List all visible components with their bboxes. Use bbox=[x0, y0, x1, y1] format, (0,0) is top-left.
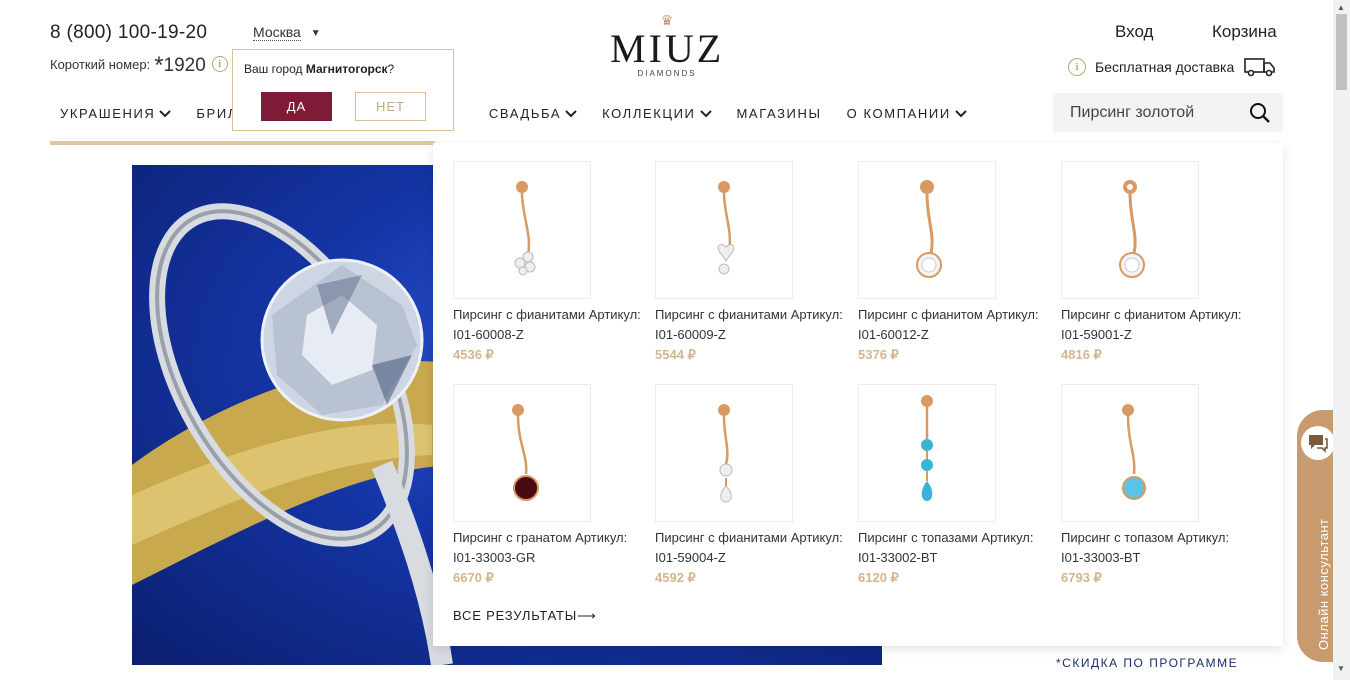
search-box[interactable] bbox=[1053, 93, 1283, 132]
short-number: Короткий номер: *1920 i bbox=[50, 50, 228, 79]
nav-item-wedding[interactable]: СВАДЬБА bbox=[489, 106, 577, 121]
product-image[interactable] bbox=[655, 161, 793, 299]
result-item[interactable]: Пирсинг с фианитами Артикул: I01-59004-Z… bbox=[655, 384, 855, 588]
piercing-icon bbox=[717, 181, 735, 275]
product-price: 4536 ₽ bbox=[453, 347, 494, 362]
city-confirm-popup: Ваш город Магнитогорск? ДА НЕТ bbox=[232, 49, 454, 131]
result-item[interactable]: Пирсинг с фианитами Артикул: I01-60008-Z… bbox=[453, 161, 653, 365]
chevron-down-icon bbox=[955, 109, 967, 117]
cart-link[interactable]: Корзина bbox=[1212, 22, 1277, 42]
short-number-value[interactable]: *1920 bbox=[154, 50, 206, 79]
product-price: 4592 ₽ bbox=[655, 570, 696, 585]
page-scrollbar[interactable]: ▲ ▼ bbox=[1333, 0, 1350, 680]
truck-icon bbox=[1244, 58, 1276, 77]
nav-item-about[interactable]: О КОМПАНИИ bbox=[847, 106, 967, 121]
info-icon[interactable]: i bbox=[211, 56, 228, 72]
promo-text: *СКИДКА ПО ПРОГРАММЕ bbox=[1056, 656, 1239, 670]
product-image[interactable] bbox=[1061, 161, 1199, 299]
product-image[interactable] bbox=[1061, 384, 1199, 522]
free-delivery[interactable]: i Бесплатная доставка bbox=[1068, 57, 1276, 77]
piercing-icon bbox=[1119, 180, 1145, 278]
scroll-down-icon[interactable]: ▼ bbox=[1337, 664, 1345, 673]
short-number-label: Короткий номер: bbox=[50, 56, 151, 72]
piercing-icon bbox=[514, 181, 536, 276]
result-item[interactable]: Пирсинг с гранатом Артикул: I01-33003-GR… bbox=[453, 384, 653, 588]
product-title[interactable]: Пирсинг с фианитами Артикул: I01-60008-Z bbox=[453, 305, 643, 345]
product-price: 5376 ₽ bbox=[858, 347, 899, 362]
product-image[interactable] bbox=[858, 384, 996, 522]
city-no-button[interactable]: НЕТ bbox=[355, 92, 426, 121]
product-image[interactable] bbox=[858, 161, 996, 299]
phone-number[interactable]: 8 (800) 100-19-20 bbox=[50, 22, 207, 44]
product-title[interactable]: Пирсинг с фианитом Артикул: I01-59001-Z bbox=[1061, 305, 1251, 345]
triangle-down-icon: ▼ bbox=[310, 28, 321, 39]
piercing-icon bbox=[916, 180, 942, 278]
nav-item-collections[interactable]: КОЛЛЕКЦИИ bbox=[602, 106, 712, 121]
product-title[interactable]: Пирсинг с гранатом Артикул: I01-33003-GR bbox=[453, 528, 643, 568]
info-icon[interactable]: i bbox=[1068, 58, 1086, 76]
search-icon[interactable] bbox=[1249, 102, 1271, 124]
product-image[interactable] bbox=[453, 161, 591, 299]
city-yes-button[interactable]: ДА bbox=[261, 92, 332, 121]
nav-divider bbox=[50, 141, 435, 145]
product-price: 4816 ₽ bbox=[1061, 347, 1102, 362]
product-title[interactable]: Пирсинг с фианитами Артикул: I01-59004-Z bbox=[655, 528, 845, 568]
search-results-dropdown: Пирсинг с фианитами Артикул: I01-60008-Z… bbox=[433, 143, 1283, 646]
result-item[interactable]: Пирсинг с фианитом Артикул: I01-60012-Z … bbox=[858, 161, 1058, 365]
product-title[interactable]: Пирсинг с топазами Артикул: I01-33002-BT bbox=[858, 528, 1048, 568]
city-name[interactable]: Москва bbox=[253, 24, 301, 41]
chevron-down-icon bbox=[565, 109, 577, 117]
product-price: 6670 ₽ bbox=[453, 570, 494, 585]
product-title[interactable]: Пирсинг с топазом Артикул: I01-33003-BT bbox=[1061, 528, 1251, 568]
product-image[interactable] bbox=[655, 384, 793, 522]
piercing-icon bbox=[921, 395, 933, 501]
scrollbar-thumb[interactable] bbox=[1336, 14, 1347, 90]
chevron-down-icon bbox=[699, 109, 712, 117]
product-image[interactable] bbox=[453, 384, 591, 522]
product-price: 6120 ₽ bbox=[858, 570, 899, 585]
nav-item-jewelry[interactable]: УКРАШЕНИЯ bbox=[60, 106, 172, 121]
product-price: 5544 ₽ bbox=[655, 347, 696, 362]
search-input[interactable] bbox=[1070, 103, 1245, 122]
main-nav: УКРАШЕНИЯ БРИЛ СВАДЬБА КОЛЛЕКЦИИ МАГАЗИН… bbox=[60, 106, 992, 121]
scroll-up-icon[interactable]: ▲ bbox=[1337, 3, 1345, 12]
logo-wordmark: MIUZ bbox=[610, 26, 725, 71]
logo[interactable]: ♛ MIUZ DIAMONDS bbox=[610, 12, 724, 78]
consultant-label: Онлайн консультант bbox=[1316, 518, 1331, 650]
result-item[interactable]: Пирсинг с фианитом Артикул: I01-59001-Z … bbox=[1061, 161, 1261, 365]
piercing-icon bbox=[512, 404, 539, 501]
product-price: 6793 ₽ bbox=[1061, 570, 1102, 585]
chat-icon[interactable] bbox=[1301, 426, 1335, 460]
result-item[interactable]: Пирсинг с фианитами Артикул: I01-60009-Z… bbox=[655, 161, 855, 365]
online-consultant-tab[interactable]: Онлайн консультант bbox=[1297, 410, 1335, 662]
product-title[interactable]: Пирсинг с фианитом Артикул: I01-60012-Z bbox=[858, 305, 1048, 345]
piercing-icon bbox=[718, 404, 733, 503]
free-delivery-label: Бесплатная доставка bbox=[1095, 59, 1235, 75]
result-item[interactable]: Пирсинг с топазом Артикул: I01-33003-BT … bbox=[1061, 384, 1261, 588]
site-header: 8 (800) 100-19-20 Короткий номер: *1920 … bbox=[0, 0, 1335, 145]
piercing-icon bbox=[1122, 404, 1146, 500]
nav-item-stores[interactable]: МАГАЗИНЫ bbox=[737, 106, 822, 121]
city-selector[interactable]: Москва ▼ bbox=[253, 24, 321, 41]
login-link[interactable]: Вход bbox=[1115, 22, 1153, 42]
city-question: Ваш город Магнитогорск? bbox=[244, 62, 395, 76]
all-results-link[interactable]: ВСЕ РЕЗУЛЬТАТЫ⟶ bbox=[453, 608, 597, 624]
result-item[interactable]: Пирсинг с топазами Артикул: I01-33002-BT… bbox=[858, 384, 1058, 588]
product-title[interactable]: Пирсинг с фианитами Артикул: I01-60009-Z bbox=[655, 305, 845, 345]
chevron-down-icon bbox=[159, 109, 172, 117]
